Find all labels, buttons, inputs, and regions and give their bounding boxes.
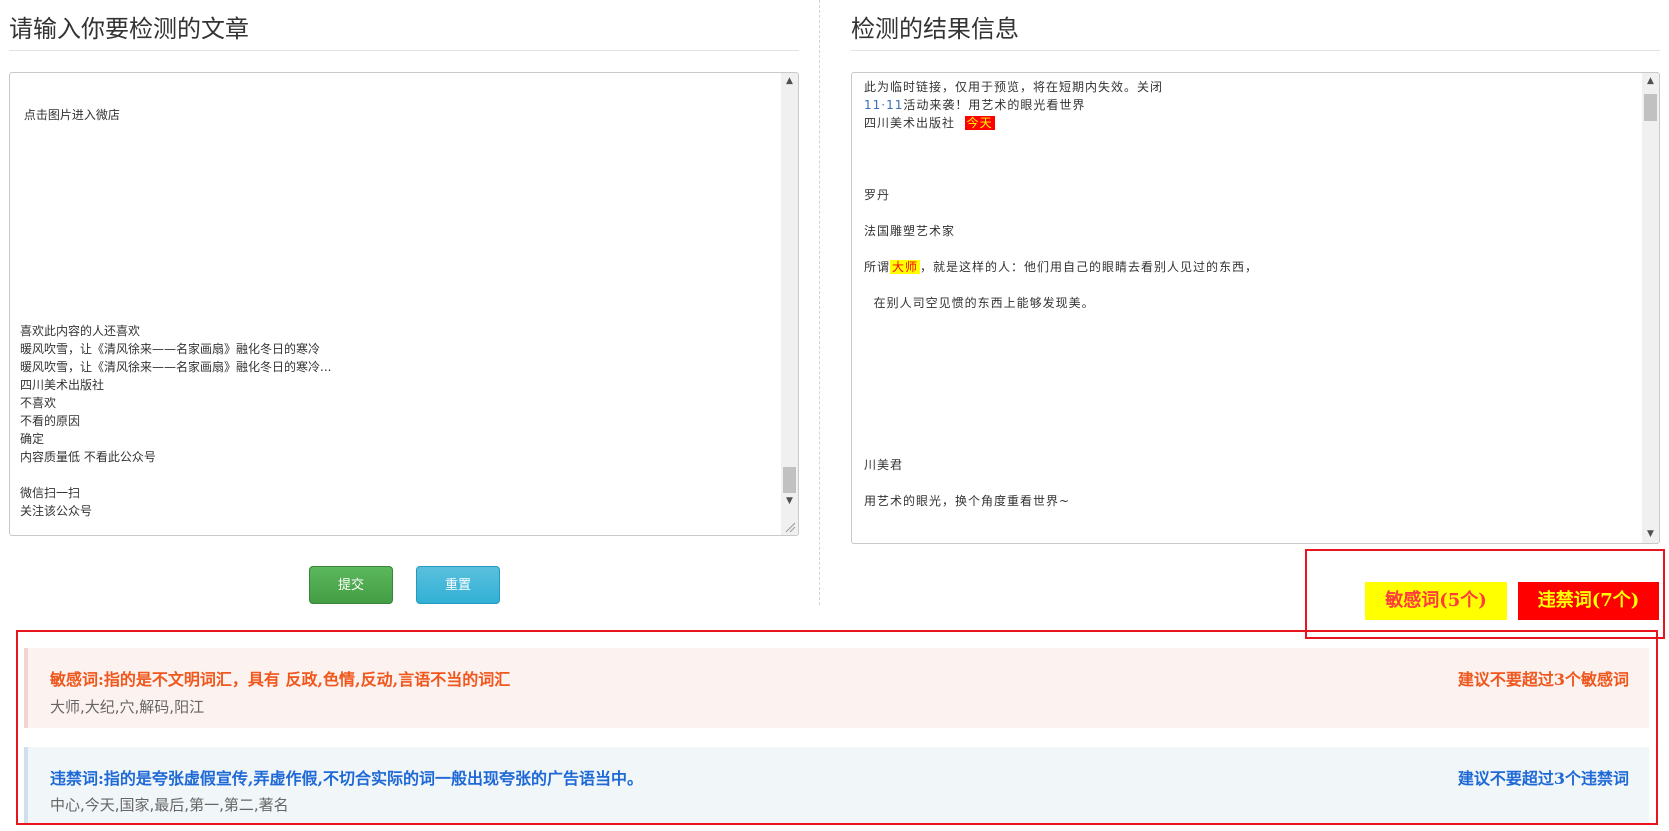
article-line: 确定 <box>20 432 45 446</box>
forbidden-heading: 违禁词:指的是夸张虚假宣传,弄虚作假,不切合实际的词一般出现夸张的广告语当中。 <box>50 769 644 788</box>
article-line: 不喜欢 <box>20 396 57 410</box>
article-line: 暖风吹雪，让《清风徐来——名家画扇》融化冬日的寒冷... <box>20 360 332 374</box>
sensitive-word-list: 大师,大纪,穴,解码,阳江 <box>50 698 205 716</box>
panel-divider <box>819 0 820 605</box>
sensitive-advice: 建议不要超过3个敏感词 <box>1457 670 1629 689</box>
article-textarea[interactable]: 点击图片进入微店喜欢此内容的人还喜欢暖风吹雪，让《清风徐来——名家画扇》融化冬日… <box>9 72 799 536</box>
result-line: 四川美术出版社 今天 <box>864 116 995 130</box>
result-panel-title: 检测的结果信息 <box>851 15 1019 43</box>
result-line: 用艺术的眼光，换个角度重看世界~ <box>864 494 1071 508</box>
forbidden-advice: 建议不要超过3个违禁词 <box>1457 769 1629 788</box>
result-text: 此为临时链接，仅用于预览，将在短期内失效。关闭 11·11活动来袭！用艺术的眼光… <box>864 73 1637 543</box>
article-line: 微信扫一扫 <box>20 486 81 500</box>
sensitive-word-highlight: 大师 <box>890 260 921 274</box>
scroll-up-arrow-icon[interactable]: ▲ <box>781 73 798 90</box>
sensitive-heading: 敏感词:指的是不文明词汇，具有 反政,色情,反动,言语不当的词汇 <box>50 670 511 689</box>
result-line: 在别人司空见惯的东西上能够发现美。 <box>864 296 1095 310</box>
input-panel-title: 请输入你要检测的文章 <box>9 15 249 43</box>
forbidden-count-badge[interactable]: 违禁词(7个) <box>1518 582 1659 620</box>
submit-button[interactable]: 提交 <box>309 566 393 604</box>
scroll-up-arrow-icon[interactable]: ▲ <box>1642 73 1659 90</box>
result-line: 法国雕塑艺术家 <box>864 224 956 238</box>
result-line: 此为临时链接，仅用于预览，将在短期内失效。关闭 <box>864 80 1164 94</box>
reset-button[interactable]: 重置 <box>416 566 500 604</box>
forbidden-word-highlight: 今天 <box>964 116 995 130</box>
article-line: 不看的原因 <box>20 414 81 428</box>
result-line: 罗丹 <box>864 188 891 202</box>
sensitive-count-badge[interactable]: 敏感词(5个) <box>1365 582 1507 620</box>
result-scrollbar[interactable]: ▲ ▼ <box>1642 73 1659 543</box>
article-line: 关注该公众号 <box>20 504 93 518</box>
result-line: 所谓 大师 ，就是这样的人：他们用自己的眼睛去看别人见过的东西， <box>864 260 1259 274</box>
forbidden-word-list: 中心,今天,国家,最后,第一,第二,著名 <box>50 796 289 814</box>
article-line: 内容质量低 不看此公众号 <box>20 450 156 464</box>
resize-grip-icon[interactable] <box>784 521 796 533</box>
scrollbar-thumb[interactable] <box>783 467 796 493</box>
scrollbar-thumb[interactable] <box>1644 94 1657 121</box>
article-line: 暖风吹雪，让《清风徐来——名家画扇》融化冬日的寒冷 <box>20 342 321 356</box>
sensitive-info-box: 敏感词:指的是不文明词汇，具有 反政,色情,反动,言语不当的词汇 建议不要超过3… <box>24 648 1649 728</box>
scroll-down-arrow-icon[interactable]: ▼ <box>1642 526 1659 543</box>
result-line: 川美君 <box>864 458 904 472</box>
input-title-divider <box>9 50 799 51</box>
article-line: 喜欢此内容的人还喜欢 <box>20 324 141 338</box>
article-scrollbar[interactable]: ▲ ▼ <box>781 73 798 535</box>
article-line: 点击图片进入微店 <box>20 108 120 122</box>
forbidden-info-box: 违禁词:指的是夸张虚假宣传,弄虚作假,不切合实际的词一般出现夸张的广告语当中。 … <box>24 747 1649 823</box>
result-title-divider <box>851 50 1660 51</box>
article-text[interactable]: 点击图片进入微店喜欢此内容的人还喜欢暖风吹雪，让《清风徐来——名家画扇》融化冬日… <box>20 73 776 535</box>
scroll-down-arrow-icon[interactable]: ▼ <box>781 493 798 510</box>
article-line: 四川美术出版社 <box>20 378 105 392</box>
result-line: 11·11活动来袭！用艺术的眼光看世界 <box>864 98 1086 112</box>
result-box[interactable]: 此为临时链接，仅用于预览，将在短期内失效。关闭 11·11活动来袭！用艺术的眼光… <box>851 72 1660 544</box>
